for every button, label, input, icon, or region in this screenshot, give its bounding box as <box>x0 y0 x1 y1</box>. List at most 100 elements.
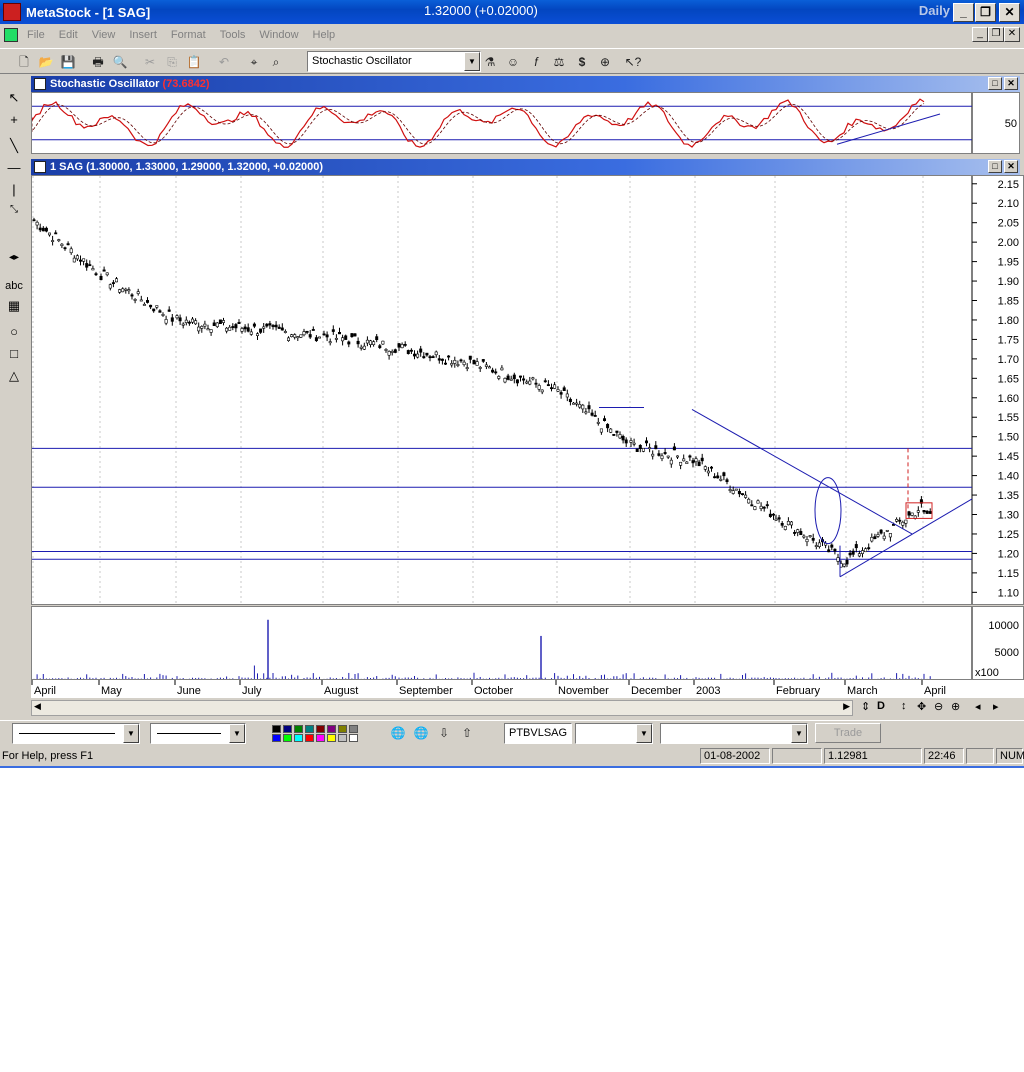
minimize-button[interactable]: _ <box>953 3 974 22</box>
browser-refresh-icon[interactable]: 🌐 <box>411 723 431 743</box>
dollar-icon[interactable]: $ <box>572 52 592 72</box>
open-folder-icon[interactable]: 📂 <box>36 52 56 72</box>
price-panel[interactable]: 2.15 2.10 2.05 2.00 1.95 1.90 1.85 1.80 1.75 1.70… <box>31 175 1024 605</box>
browser-icon[interactable]: 🌐 <box>388 723 408 743</box>
print-icon[interactable]: 🖶 <box>88 52 108 72</box>
color-swatch[interactable] <box>294 734 303 742</box>
scroll-left-arrow-icon[interactable]: ◀ <box>34 701 41 712</box>
copy-icon[interactable]: ⎘ <box>162 52 182 72</box>
new-file-icon[interactable]: 🗋 <box>14 52 34 72</box>
zoom-out-icon[interactable]: ⊖ <box>934 700 943 713</box>
color-swatch[interactable] <box>327 725 336 733</box>
rectangle-tool-icon[interactable]: □ <box>4 344 24 364</box>
color-swatch[interactable] <box>327 734 336 742</box>
grid-tool-icon[interactable]: ▦ <box>4 296 24 316</box>
move-icon[interactable]: ✥ <box>917 700 926 713</box>
broker-select[interactable]: ▼ <box>575 723 653 744</box>
scroll-forward-icon[interactable]: ▸ <box>993 700 999 713</box>
panel-close-button[interactable]: ✕ <box>1004 77 1018 90</box>
paste-icon[interactable]: 📋 <box>184 52 204 72</box>
periodicity-daily-button[interactable]: D <box>877 700 885 712</box>
menu-view[interactable]: View <box>92 29 116 41</box>
crosshair-icon[interactable]: ⌖ <box>244 52 264 72</box>
save-icon[interactable]: 💾 <box>58 52 78 72</box>
scroll-arrows-icon[interactable]: ◂▸ <box>4 248 24 268</box>
stochastic-panel-header[interactable]: Stochastic Oscillator (73.6842) □ ✕ <box>31 76 1020 92</box>
mdi-minimize-button[interactable]: _ <box>972 27 988 42</box>
line-weight-select[interactable]: ▼ <box>150 723 246 744</box>
color-swatch[interactable] <box>283 725 292 733</box>
mdi-restore-button[interactable]: ❐ <box>988 27 1004 42</box>
volume-panel[interactable]: 10000 5000 x100 <box>31 606 1024 680</box>
export-icon[interactable]: ⇧ <box>457 723 477 743</box>
color-swatch[interactable] <box>272 725 281 733</box>
text-tool-icon[interactable]: abc <box>4 276 24 296</box>
color-swatch[interactable] <box>338 725 347 733</box>
horizontal-line-tool-icon[interactable]: — <box>4 158 24 178</box>
explorer-binoculars-icon[interactable]: ⊕ <box>595 52 615 72</box>
zoom-in-icon[interactable]: ⊕ <box>951 700 960 713</box>
price-panel-header[interactable]: 1 SAG (1.30000, 1.33000, 1.29000, 1.3200… <box>31 159 1020 175</box>
menu-tools[interactable]: Tools <box>220 29 246 41</box>
trendline-tool-icon[interactable]: ╲ <box>4 136 24 156</box>
vertical-scale-icon[interactable]: ⇕ <box>861 700 870 713</box>
line-style-select[interactable]: ▼ <box>12 723 140 744</box>
chevron-down-icon[interactable]: ▼ <box>636 724 652 743</box>
chart-document-icon[interactable] <box>4 28 18 42</box>
volume-chart[interactable]: 10000 5000 x100 <box>32 607 1023 679</box>
stochastic-panel[interactable]: 50 <box>31 92 1020 154</box>
menu-file[interactable]: File <box>27 29 45 41</box>
color-swatch[interactable] <box>272 734 281 742</box>
menu-help[interactable]: Help <box>313 29 336 41</box>
menu-format[interactable]: Format <box>171 29 206 41</box>
panel-maximize-button[interactable]: □ <box>988 77 1002 90</box>
scroll-back-icon[interactable]: ◂ <box>975 700 981 713</box>
color-swatch[interactable] <box>349 734 358 742</box>
select-pointer-icon[interactable]: ↖ <box>4 88 24 108</box>
account-select[interactable]: ▼ <box>660 723 808 744</box>
chevron-down-icon[interactable]: ▼ <box>464 52 480 71</box>
cut-icon[interactable]: ✂ <box>140 52 160 72</box>
formula-icon[interactable]: f <box>526 52 546 72</box>
color-swatch[interactable] <box>305 725 314 733</box>
vertical-line-tool-icon[interactable]: | <box>4 180 24 200</box>
triangle-tool-icon[interactable]: △ <box>4 366 24 386</box>
panel-close-button[interactable]: ✕ <box>1004 160 1018 173</box>
speed-resistance-tool-icon[interactable]: ⤡ <box>4 200 24 220</box>
chevron-down-icon[interactable]: ▼ <box>123 724 139 743</box>
close-button[interactable]: ✕ <box>999 3 1020 22</box>
restore-button[interactable]: ❐ <box>975 3 996 22</box>
menu-window[interactable]: Window <box>259 29 298 41</box>
stochastic-chart[interactable]: 50 <box>31 93 1019 153</box>
color-swatch[interactable] <box>305 734 314 742</box>
menu-insert[interactable]: Insert <box>129 29 157 41</box>
ellipse-tool-icon[interactable]: ○ <box>4 322 24 342</box>
trade-button[interactable]: Trade <box>815 723 881 743</box>
color-swatch[interactable] <box>349 725 358 733</box>
indicator-select[interactable]: Stochastic Oscillator ▼ <box>307 51 481 72</box>
chevron-down-icon[interactable]: ▼ <box>229 724 245 743</box>
color-swatch[interactable] <box>316 734 325 742</box>
color-swatch[interactable] <box>283 734 292 742</box>
color-swatch[interactable] <box>294 725 303 733</box>
price-chart[interactable]: 2.15 2.10 2.05 2.00 1.95 1.90 1.85 1.80 1.75 1.70… <box>32 176 1023 604</box>
mdi-close-button[interactable]: ✕ <box>1004 27 1020 42</box>
menu-edit[interactable]: Edit <box>59 29 78 41</box>
color-swatch[interactable] <box>338 734 347 742</box>
color-palette[interactable] <box>272 725 368 743</box>
scroll-right-arrow-icon[interactable]: ▶ <box>843 701 850 712</box>
chevron-down-icon[interactable]: ▼ <box>791 724 807 743</box>
expert-advisor-icon[interactable]: ☺ <box>503 52 523 72</box>
import-icon[interactable]: ⇩ <box>434 723 454 743</box>
panel-maximize-button[interactable]: □ <box>988 160 1002 173</box>
crosshair-tool-icon[interactable]: + <box>4 110 24 130</box>
horizontal-scrollbar[interactable]: ◀ ▶ <box>31 700 853 716</box>
print-preview-icon[interactable]: 🔍 <box>110 52 130 72</box>
zoom-icon[interactable]: ⌕ <box>266 52 286 72</box>
expand-vertical-icon[interactable]: ↕ <box>901 700 907 712</box>
security-field[interactable]: PTBVLSAG <box>504 723 572 744</box>
indicator-builder-icon[interactable]: ⚗ <box>480 52 500 72</box>
color-swatch[interactable] <box>316 725 325 733</box>
system-tester-icon[interactable]: ⚖ <box>549 52 569 72</box>
help-pointer-icon[interactable]: ↖? <box>623 52 643 72</box>
